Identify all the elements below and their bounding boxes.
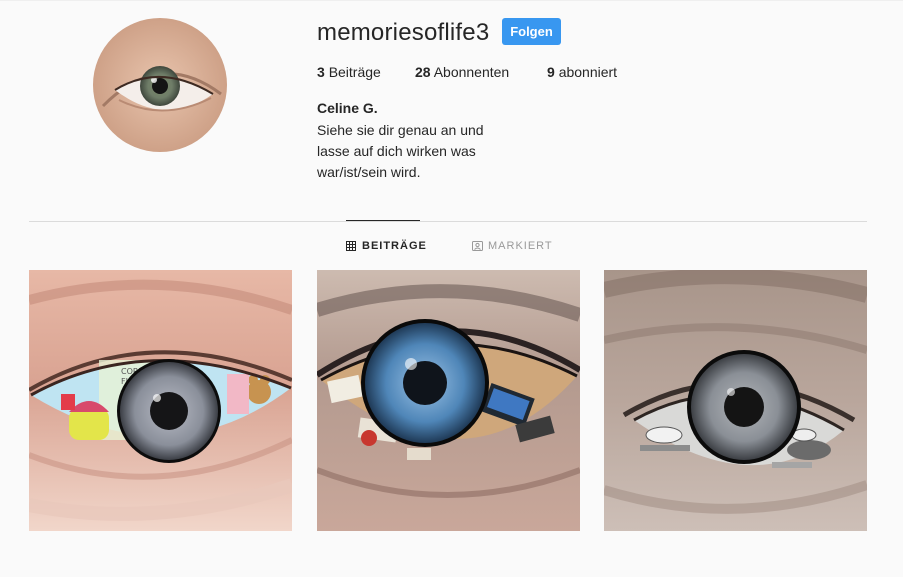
post-thumbnail[interactable] xyxy=(604,270,867,531)
stat-followers[interactable]: 28 Abonnenten xyxy=(415,63,509,81)
post-thumbnail[interactable] xyxy=(317,270,580,531)
profile-username: memoriesoflife3 xyxy=(317,19,490,46)
tab-posts-label: BEITRÄGE xyxy=(362,240,427,252)
grid-icon xyxy=(346,241,356,251)
profile-avatar[interactable] xyxy=(93,18,227,152)
top-border xyxy=(0,0,903,1)
profile-full-name: Celine G. xyxy=(317,100,378,116)
tab-tagged[interactable]: MARKIERT xyxy=(472,221,553,271)
followers-count: 28 xyxy=(415,64,431,80)
bio-line: war/ist/sein wird. xyxy=(317,164,421,180)
posts-label: Beiträge xyxy=(328,64,381,80)
tabs-divider xyxy=(29,221,867,222)
bio-line: Siehe sie dir genau an und xyxy=(317,122,484,138)
tab-posts[interactable]: BEITRÄGE xyxy=(346,220,426,271)
tab-tagged-label: MARKIERT xyxy=(488,240,553,252)
following-count: 9 xyxy=(547,64,555,80)
profile-bio: Siehe sie dir genau an und lasse auf dic… xyxy=(317,120,484,183)
stat-posts: 3 Beiträge xyxy=(317,63,381,81)
post-thumbnail[interactable]: CORN FLAKS xyxy=(29,270,292,531)
bio-line: lasse auf dich wirken was xyxy=(317,143,476,159)
following-label: abonniert xyxy=(558,64,618,80)
follow-button[interactable]: Folgen xyxy=(502,18,561,45)
followers-label: Abonnenten xyxy=(433,64,510,80)
posts-count: 3 xyxy=(317,64,325,80)
stat-following[interactable]: 9 abonniert xyxy=(547,63,617,81)
tagged-icon xyxy=(472,241,483,251)
